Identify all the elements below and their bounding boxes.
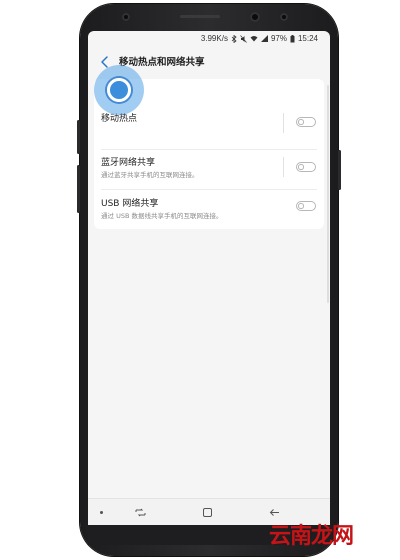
scrollbar[interactable]	[327, 85, 329, 303]
vertical-divider	[283, 113, 284, 133]
vertical-divider	[283, 157, 284, 177]
home-icon[interactable]	[201, 506, 214, 519]
setting-subtitle: 通过蓝牙共享手机的互联网连接。	[101, 171, 199, 179]
signal-icon	[260, 35, 268, 42]
volume-up-button	[77, 120, 80, 154]
battery-percent: 97%	[270, 34, 287, 43]
setting-title: USB 网络共享	[101, 199, 159, 209]
setting-title: 蓝牙网络共享	[101, 158, 156, 168]
volume-down-button	[77, 165, 80, 213]
bluetooth-icon	[231, 34, 237, 43]
bluetooth-tethering-toggle[interactable]	[296, 162, 316, 172]
setting-subtitle: 通过 USB 数据线共享手机的互联网连接。	[101, 212, 223, 220]
usb-tethering-toggle[interactable]	[296, 201, 316, 211]
battery-icon	[290, 34, 295, 42]
setting-row-usb-tethering[interactable]: USB 网络共享 通过 USB 数据线共享手机的互联网连接。	[94, 191, 324, 231]
watermark-logo: 云南龙网	[269, 524, 354, 549]
row-divider	[101, 189, 317, 190]
iris-sensor-icon	[280, 13, 288, 21]
mute-icon	[240, 34, 247, 43]
setting-row-bluetooth-tethering[interactable]: 蓝牙网络共享 通过蓝牙共享手机的互联网连接。	[94, 149, 324, 189]
status-bar: 3.99K/s 97% 15:24	[88, 31, 330, 47]
wifi-icon	[250, 36, 258, 42]
recent-apps-icon[interactable]	[134, 506, 147, 519]
toggle-knob	[298, 164, 304, 170]
clock: 15:24	[297, 34, 318, 43]
nav-dot-icon[interactable]	[100, 511, 103, 514]
toggle-knob	[298, 203, 304, 209]
setting-row-mobile-hotspot[interactable]: 移动热点	[94, 107, 324, 149]
toggle-knob	[298, 119, 304, 125]
sensor-icon	[122, 13, 130, 21]
phone-screen: 3.99K/s 97% 15:24 移动热点和网络共享 移动热点 蓝牙网络共享 …	[88, 31, 330, 525]
page-title: 移动热点和网络共享	[119, 57, 205, 68]
net-speed: 3.99K/s	[200, 34, 228, 43]
earpiece-speaker	[180, 15, 220, 18]
touch-point-icon	[107, 78, 131, 102]
front-camera-icon	[250, 12, 260, 22]
power-button	[338, 150, 341, 190]
hotspot-toggle[interactable]	[296, 117, 316, 127]
